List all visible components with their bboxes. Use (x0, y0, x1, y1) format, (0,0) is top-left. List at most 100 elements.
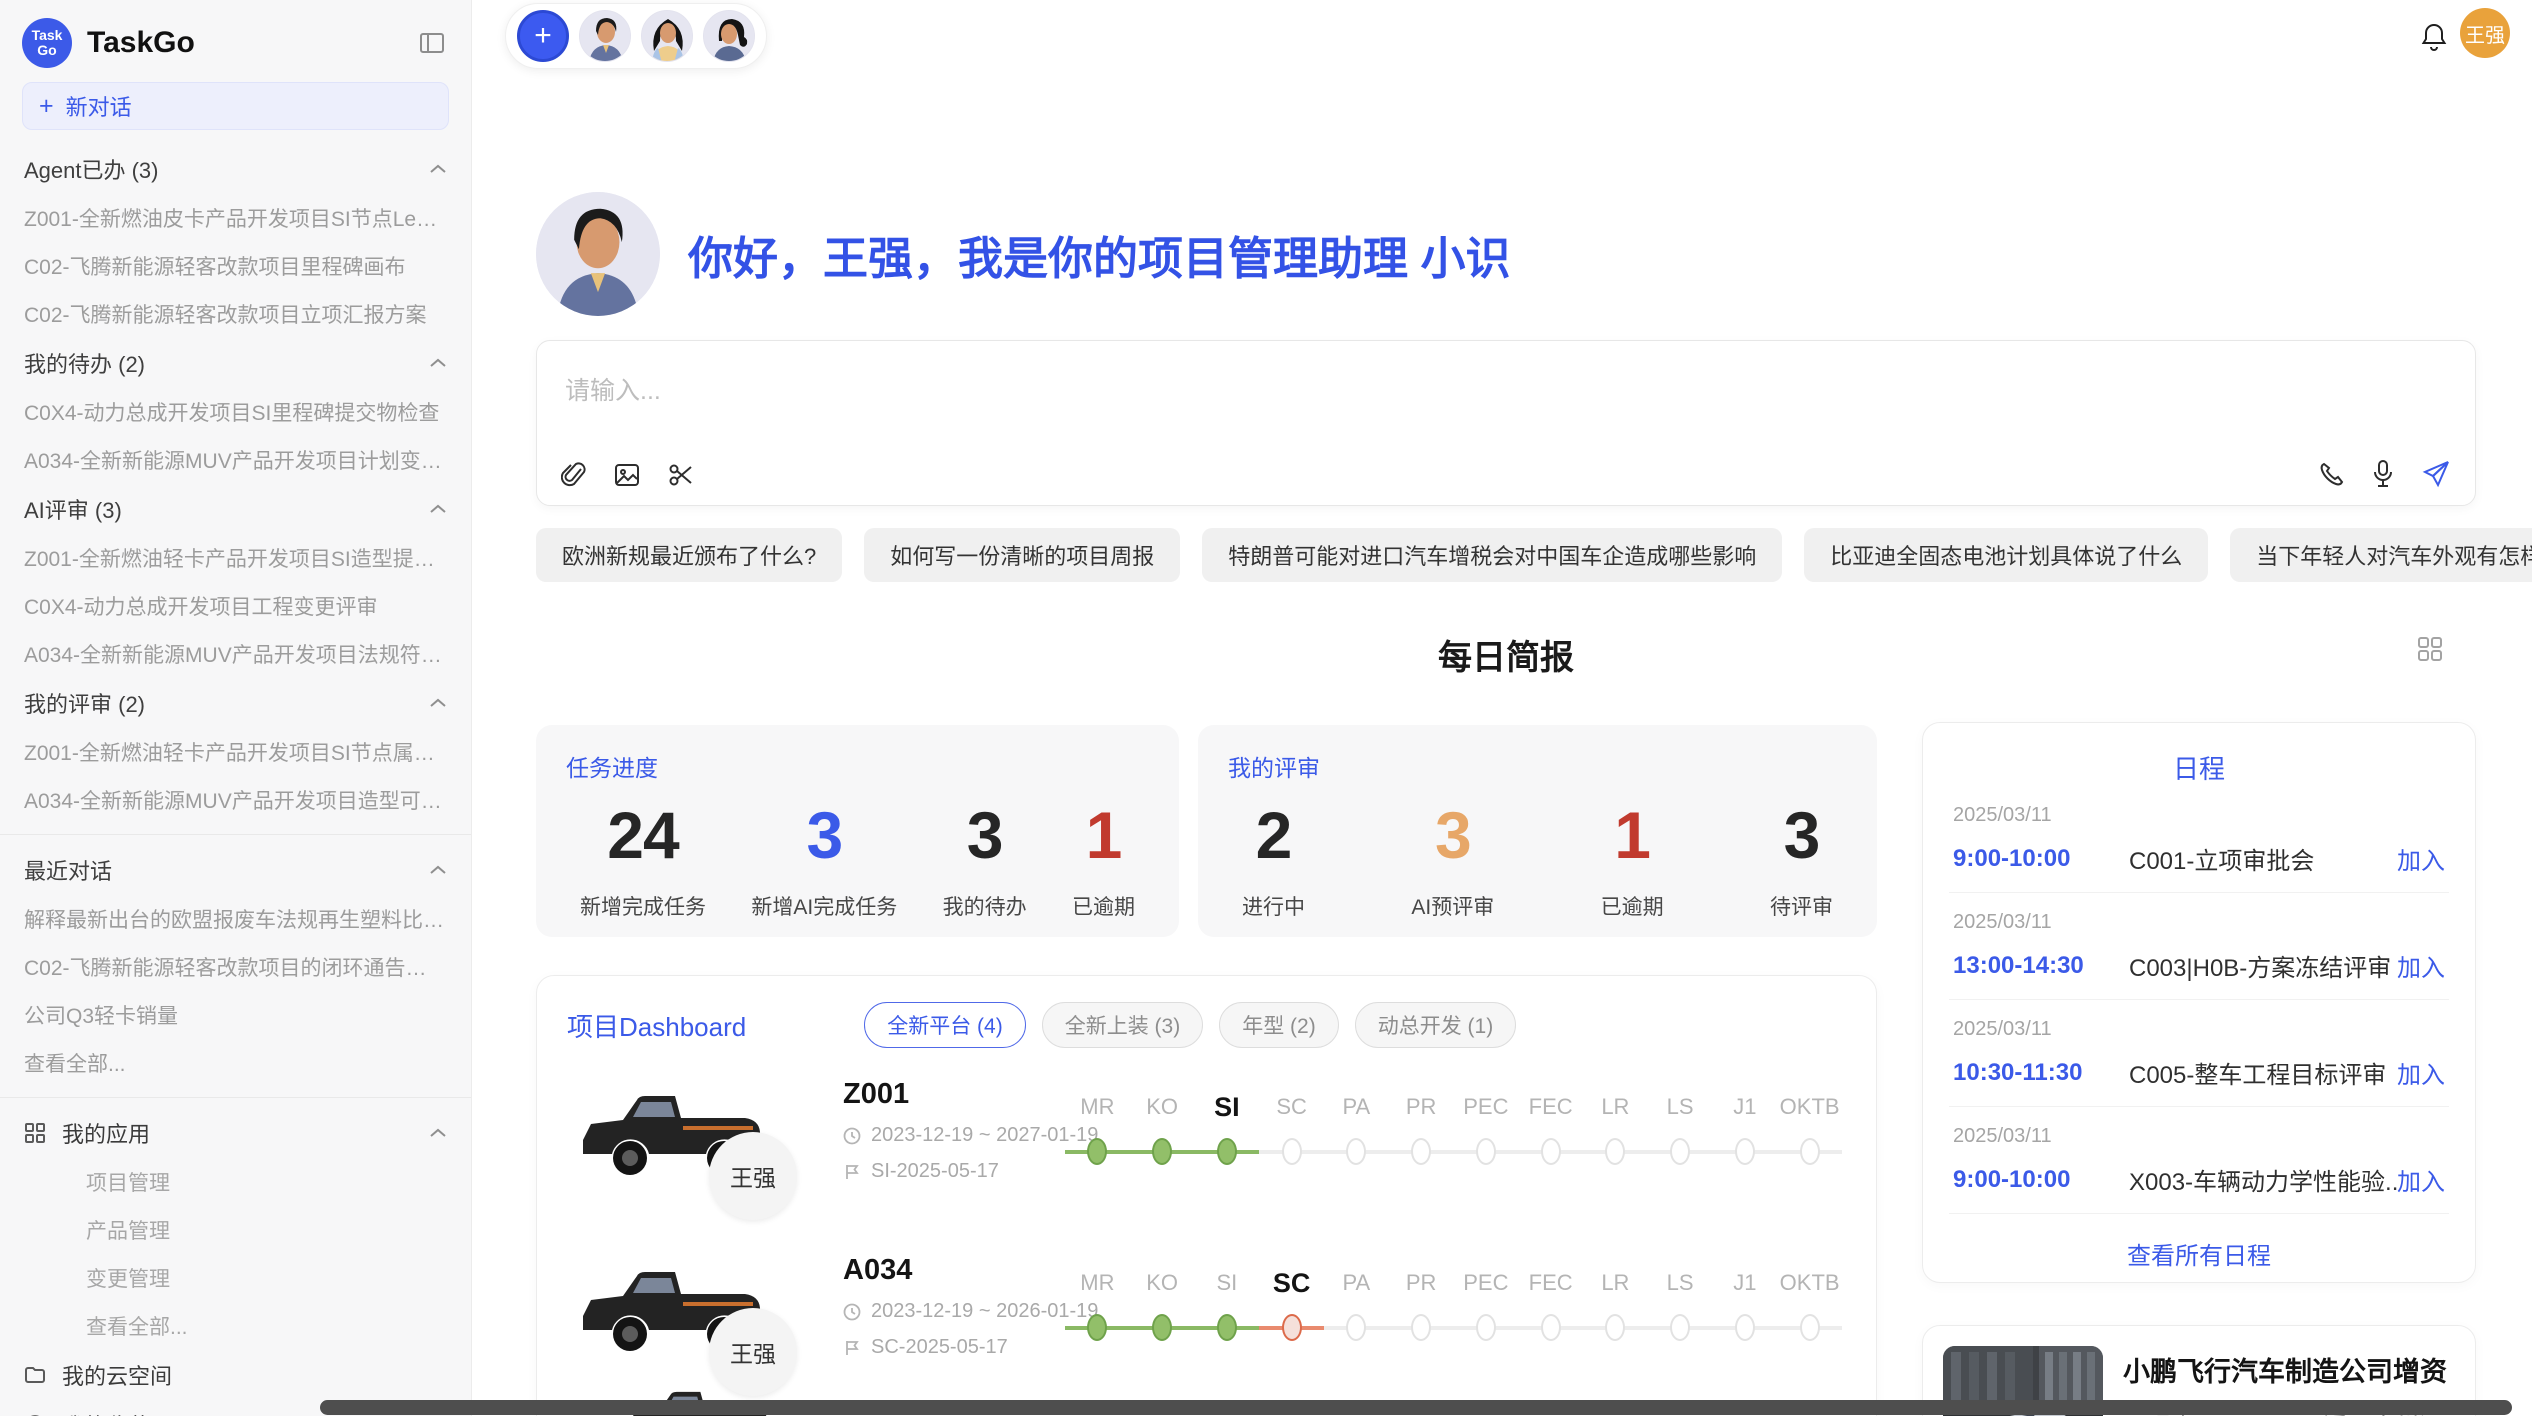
suggestion-chip[interactable]: 欧洲新规最近颁布了什么? (536, 528, 842, 582)
stat: 1 已逾期 (1072, 797, 1135, 921)
microphone-icon[interactable] (2371, 459, 2395, 489)
dashboard-tab[interactable]: 全新上装 (3) (1042, 1002, 1204, 1048)
horizontal-scrollbar-thumb[interactable] (320, 1400, 2512, 1415)
milestone-dot (1541, 1314, 1561, 1341)
apps-grid-icon (24, 1122, 46, 1144)
send-icon[interactable] (2421, 459, 2451, 489)
suggestion-chip[interactable]: 比亚迪全固态电池计划具体说了什么 (1804, 528, 2208, 582)
milestone-dot (1087, 1314, 1107, 1341)
dashboard-tab[interactable]: 年型 (2) (1219, 1002, 1339, 1048)
grid-layout-icon[interactable] (2410, 634, 2450, 664)
join-link[interactable]: 加入 (2397, 841, 2445, 876)
recent-view-all-link[interactable]: 查看全部... (0, 1039, 471, 1087)
view-all-schedule-link[interactable]: 查看所有日程 (1949, 1214, 2449, 1283)
sidebar-item[interactable]: C02-飞腾新能源轻客改款项目立项汇报方案 (0, 290, 471, 338)
join-link[interactable]: 加入 (2397, 1055, 2445, 1090)
dashboard-tab[interactable]: 全新平台 (4) (864, 1002, 1026, 1048)
attach-icon[interactable] (561, 461, 587, 489)
sidebar-item[interactable]: A034-全新新能源MUV产品开发项目法规符合性评审 (0, 630, 471, 678)
sidebar-item[interactable]: Z001-全新燃油轻卡产品开发项目SI节点属性5D文件评审 (0, 728, 471, 776)
composer[interactable]: 请输入... (536, 340, 2476, 506)
milestone: LR (1583, 1260, 1648, 1350)
milestone-label: LR (1583, 1084, 1648, 1130)
sidebar-item[interactable]: A034-全新新能源MUV产品开发项目造型可行性评审 (0, 776, 471, 824)
section-items: Z001-全新燃油轻卡产品开发项目SI造型提交物评审C0X4-动力总成开发项目工… (0, 534, 471, 678)
app-link[interactable]: 查看全部... (0, 1302, 471, 1350)
sidebar-toggle-icon[interactable] (415, 27, 449, 59)
my-cloud-space-link[interactable]: 我的云空间 (0, 1350, 471, 1400)
milestone: MR (1065, 1260, 1130, 1350)
briefing-header: 每日简报 (536, 630, 2476, 679)
milestone: PR (1389, 1084, 1454, 1174)
stat-value: 3 (1411, 797, 1494, 873)
chevron-up-icon (429, 697, 447, 709)
sidebar-item[interactable]: Z001-全新燃油皮卡产品开发项目SI节点Lesson Learn报告 (0, 194, 471, 242)
suggestion-chip[interactable]: 当下年轻人对汽车外观有怎样的喜好趋势 (2230, 528, 2532, 582)
sidebar-item[interactable]: A034-全新新能源MUV产品开发项目计划变更表编写 (0, 436, 471, 484)
bell-icon[interactable] (2413, 20, 2455, 54)
briefing-title: 每日简报 (1438, 630, 1574, 679)
dashboard-tab[interactable]: 动总开发 (1) (1355, 1002, 1517, 1048)
add-assistant-button[interactable]: + (517, 10, 569, 62)
milestone: SI (1195, 1260, 1260, 1350)
project-dashboard-card: 项目Dashboard 全新平台 (4)全新上装 (3)年型 (2)动总开发 (… (536, 975, 1877, 1416)
image-icon[interactable] (613, 461, 641, 489)
app-link[interactable]: 变更管理 (0, 1254, 471, 1302)
chevron-up-icon (429, 357, 447, 369)
milestone-dot (1411, 1138, 1431, 1165)
schedule-item: 2025/03/11 13:00-14:30 C003|H0B-方案冻结评审 加… (1949, 893, 2449, 1000)
new-chat-button[interactable]: + 新对话 (22, 82, 449, 130)
milestone: SC (1259, 1260, 1324, 1350)
project-row-z001[interactable]: 王强 Z001 2023-12-19 ~ 2027-01-19 SI-2025-… (537, 1072, 1876, 1232)
milestone-label: J1 (1713, 1084, 1778, 1130)
sidebar-item[interactable]: C0X4-动力总成开发项目SI里程碑提交物检查 (0, 388, 471, 436)
scissors-icon[interactable] (667, 461, 695, 489)
main-content: + (472, 0, 2532, 1416)
section-header[interactable]: Agent已办 (3) (0, 144, 471, 194)
assistant-avatar-woman2[interactable] (703, 10, 755, 62)
join-link[interactable]: 加入 (2397, 948, 2445, 983)
recent-chat-item[interactable]: C02-飞腾新能源轻客改款项目的闭环通告反馈情况 (0, 943, 471, 991)
sidebar-item[interactable]: Z001-全新燃油轻卡产品开发项目SI造型提交物评审 (0, 534, 471, 582)
my-apps-header[interactable]: 我的应用 (0, 1108, 471, 1158)
project-row-a034[interactable]: 王强 A034 2023-12-19 ~ 2026-01-19 SC-2025-… (537, 1248, 1876, 1408)
milestone-dot (1282, 1314, 1302, 1341)
milestone: J1 (1713, 1084, 1778, 1174)
assistant-avatar-man[interactable] (579, 10, 631, 62)
project-dates: 2023-12-19 ~ 2027-01-19 (843, 1124, 1098, 1147)
section-header[interactable]: 最近对话 (0, 845, 471, 895)
section-header[interactable]: AI评审 (3) (0, 484, 471, 534)
dashboard-tabs: 全新平台 (4) 全新上装 (3) 年型 (2) 动总开发 (1) (864, 1002, 1516, 1048)
user-avatar[interactable]: 王强 (2460, 8, 2510, 58)
stat-value: 3 (751, 797, 897, 873)
milestone-label: MR (1065, 1260, 1130, 1306)
milestone: LS (1648, 1260, 1713, 1350)
recent-chat-item[interactable]: 解释最新出台的欧盟报废车法规再生塑料比例被调至15%... (0, 895, 471, 943)
logo-line2: Go (37, 43, 56, 58)
suggestion-chip[interactable]: 如何写一份清晰的项目周报 (864, 528, 1180, 582)
milestone-dot (1282, 1138, 1302, 1165)
sidebar-section-ai-review: AI评审 (3) Z001-全新燃油轻卡产品开发项目SI造型提交物评审C0X4-… (0, 484, 471, 678)
milestone-label: LS (1648, 1260, 1713, 1306)
sidebar-section-my-apps: 我的应用 项目管理产品管理变更管理查看全部... (0, 1108, 471, 1350)
section-header[interactable]: 我的评审 (2) (0, 678, 471, 728)
milestone: LR (1583, 1084, 1648, 1174)
milestone-label: J1 (1713, 1260, 1778, 1306)
app-link[interactable]: 产品管理 (0, 1206, 471, 1254)
sidebar-item[interactable]: C0X4-动力总成开发项目工程变更评审 (0, 582, 471, 630)
composer-tools-left (561, 461, 695, 489)
app-link[interactable]: 项目管理 (0, 1158, 471, 1206)
milestone: PA (1324, 1260, 1389, 1350)
stat: 3 新增AI完成任务 (751, 797, 897, 921)
schedule-title: 日程 (1949, 749, 2449, 786)
suggestion-chip[interactable]: 特朗普可能对进口汽车增税会对中国车企造成哪些影响 (1202, 528, 1782, 582)
chevron-up-icon (429, 163, 447, 175)
join-link[interactable]: 加入 (2397, 1162, 2445, 1197)
sidebar-item[interactable]: C02-飞腾新能源轻客改款项目里程碑画布 (0, 242, 471, 290)
milestone-dot (1800, 1314, 1820, 1341)
assistant-avatar-woman1[interactable] (641, 10, 693, 62)
recent-chat-item[interactable]: 公司Q3轻卡销量 (0, 991, 471, 1039)
section-header[interactable]: 我的待办 (2) (0, 338, 471, 388)
phone-icon[interactable] (2319, 461, 2345, 487)
clock-icon (843, 1303, 861, 1321)
